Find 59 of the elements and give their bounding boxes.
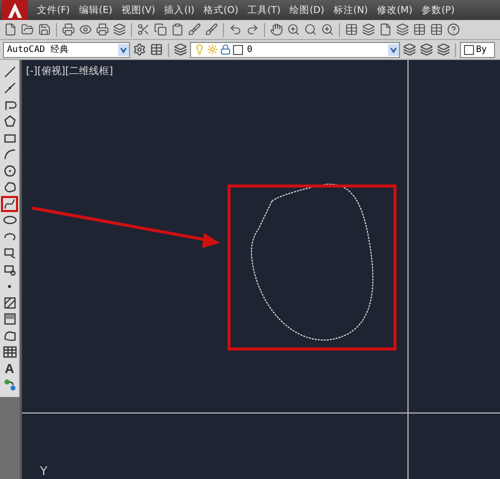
- pan-icon[interactable]: [269, 22, 284, 37]
- settings-icon[interactable]: [132, 42, 147, 57]
- circle-icon: [2, 164, 16, 178]
- arc-icon: [2, 147, 16, 162]
- menu-item[interactable]: 视图(V): [121, 4, 156, 16]
- cloud-icon: [2, 180, 16, 194]
- layer-dropdown[interactable]: 0: [190, 42, 400, 58]
- folder-icon[interactable]: [20, 22, 35, 37]
- workspace-dropdown[interactable]: AutoCAD 经典: [3, 42, 130, 58]
- menu-item[interactable]: 插入(I): [164, 4, 194, 16]
- menu-item[interactable]: 标注(N): [333, 4, 368, 16]
- undo-icon[interactable]: [228, 22, 243, 37]
- layer-name: 0: [247, 44, 252, 54]
- menu-item[interactable]: 格式(O): [203, 4, 238, 16]
- viewport-label[interactable]: [-][俯视][二维线框]: [26, 64, 114, 78]
- caret-icon: [118, 44, 129, 56]
- help-icon[interactable]: [446, 22, 461, 37]
- lock-icon: [220, 44, 231, 55]
- redo-icon[interactable]: [245, 22, 260, 37]
- menu-item[interactable]: 工具(T): [247, 4, 281, 16]
- hatch-icon: [2, 296, 16, 310]
- text-tool[interactable]: A: [1, 361, 18, 376]
- menu-item[interactable]: 参数(P): [421, 4, 455, 16]
- region-icon: [2, 328, 16, 343]
- zoom-icon[interactable]: [286, 22, 301, 37]
- paste-icon[interactable]: [170, 22, 185, 37]
- add-selected-icon: [2, 378, 16, 392]
- spline-tool[interactable]: [1, 196, 18, 212]
- menu-item[interactable]: 文件(F): [37, 4, 70, 16]
- caret-icon: [388, 44, 399, 56]
- gradient-icon: [2, 312, 16, 326]
- color-swatch: [464, 44, 474, 54]
- point-icon: [8, 284, 11, 288]
- xline-icon: [2, 81, 16, 96]
- menu-item[interactable]: 编辑(E): [78, 4, 112, 16]
- color-swatch: [233, 44, 243, 54]
- spline-icon: [3, 196, 16, 211]
- cut-icon[interactable]: [136, 22, 151, 37]
- printer-icon[interactable]: [61, 22, 76, 37]
- new-file-icon[interactable]: [3, 22, 18, 37]
- menu-item[interactable]: 绘图(D): [290, 4, 324, 16]
- match-properties-icon[interactable]: [187, 22, 202, 37]
- sun-icon: [207, 44, 218, 55]
- ucs-axis-label: Y: [40, 464, 48, 478]
- block-icon: [2, 262, 16, 277]
- color-dropdown[interactable]: By: [460, 42, 495, 58]
- color-value: By: [476, 44, 487, 54]
- logo-icon: [0, 0, 30, 20]
- lightbulb-icon: [194, 44, 205, 55]
- menu-item[interactable]: 修改(M): [376, 4, 412, 16]
- table-icon: [2, 345, 16, 360]
- table-tool[interactable]: [1, 344, 18, 360]
- copy-icon[interactable]: [153, 22, 168, 37]
- save-icon[interactable]: [37, 22, 52, 37]
- insert-icon: [2, 246, 16, 260]
- grid-icon[interactable]: [149, 42, 164, 57]
- polygon-icon: [2, 114, 16, 128]
- zoom-window-icon[interactable]: [303, 22, 318, 37]
- line-icon: [2, 64, 16, 79]
